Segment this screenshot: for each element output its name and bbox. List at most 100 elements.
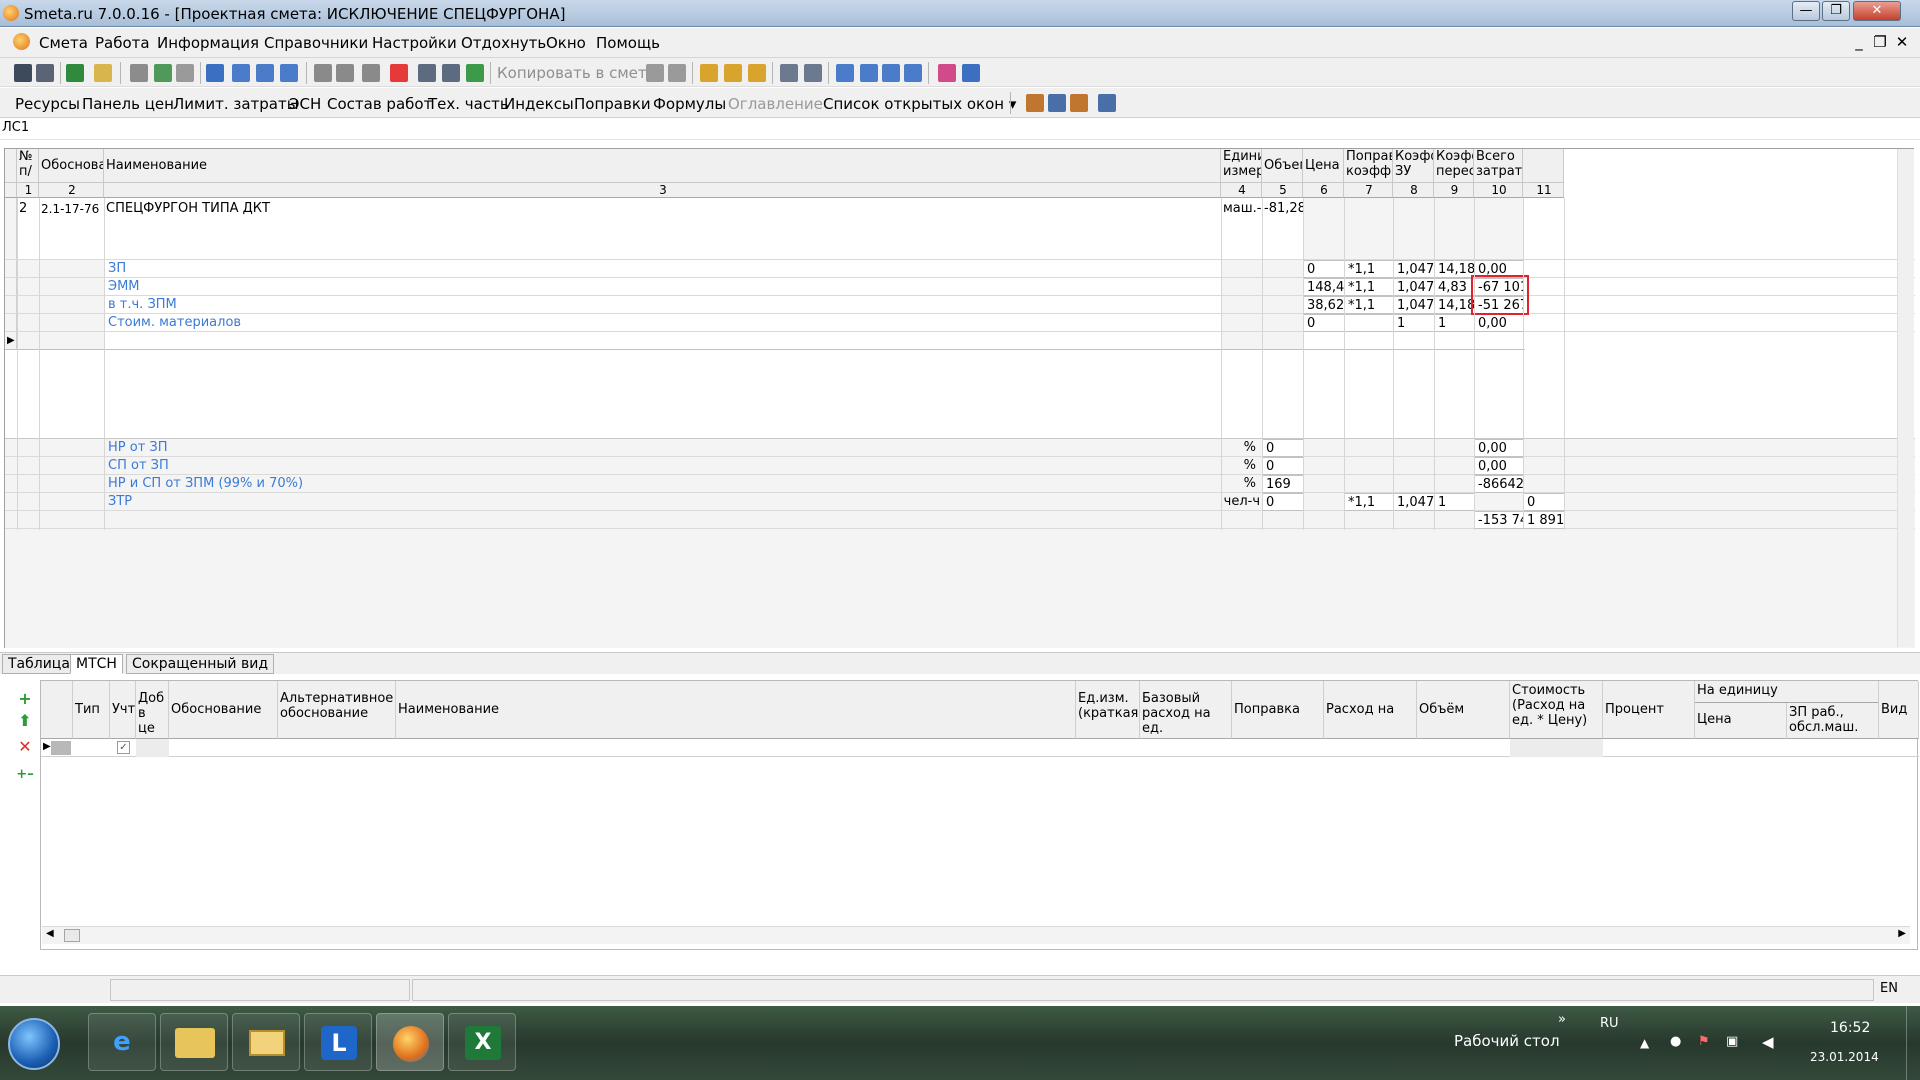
subrow-price[interactable]: 0 xyxy=(1303,314,1345,332)
tool3-icon[interactable] xyxy=(1070,94,1088,112)
menu-spravochniki[interactable]: Справочники xyxy=(264,34,368,52)
resources-button[interactable]: Ресурсы xyxy=(15,95,80,113)
doc-icon[interactable] xyxy=(13,33,30,50)
action-center-icon[interactable]: ⚑ xyxy=(1698,1034,1710,1049)
add-icon[interactable]: + xyxy=(16,690,34,708)
footer-total[interactable]: 0,00 xyxy=(1474,457,1524,475)
minimize-button[interactable]: — xyxy=(1792,1,1820,21)
horizontal-scrollbar[interactable]: ◀ ▶ xyxy=(42,926,1910,944)
help-book-icon[interactable] xyxy=(962,64,980,82)
excel-icon[interactable]: X xyxy=(448,1013,516,1071)
level-icon[interactable] xyxy=(280,64,298,82)
open-windows-dropdown[interactable]: Список открытых окон ▾ xyxy=(823,95,1016,113)
list-icon[interactable] xyxy=(836,64,854,82)
subrow-emm[interactable]: ЭММ xyxy=(106,279,406,295)
subrow-krecalc[interactable]: 4,83 xyxy=(1434,278,1475,296)
lync-icon[interactable]: L xyxy=(304,1013,372,1071)
ie-icon[interactable]: e xyxy=(88,1013,156,1071)
copy-to-estimate-button[interactable]: Копировать в смету xyxy=(497,64,655,82)
tab-mtsn[interactable]: МТСН xyxy=(70,654,123,674)
tab-short-view[interactable]: Сокращенный вид xyxy=(126,654,275,674)
list3-icon[interactable] xyxy=(882,64,900,82)
copy-icon[interactable] xyxy=(418,64,436,82)
subrow-kzu[interactable]: 1,047 xyxy=(1393,278,1435,296)
subrow-krecalc[interactable]: 1 xyxy=(1434,314,1475,332)
menu-nastroyki[interactable]: Настройки xyxy=(372,34,457,52)
menu-pomosch[interactable]: Помощь xyxy=(596,34,660,52)
explorer-icon[interactable] xyxy=(160,1013,228,1071)
footer-total[interactable]: -86642,1 xyxy=(1474,475,1524,493)
subrow-kzu[interactable]: 1,047 xyxy=(1393,260,1435,278)
clock-time[interactable]: 16:52 xyxy=(1830,1020,1870,1036)
subrow-kzu[interactable]: 1 xyxy=(1393,314,1435,332)
footer-volume[interactable]: 169 xyxy=(1262,475,1304,493)
subrow-corr[interactable]: *1,1 xyxy=(1344,296,1394,314)
contents-button[interactable]: Оглавление xyxy=(728,95,823,113)
subrow-kzu[interactable]: 1,047 xyxy=(1393,296,1435,314)
tech-part-button[interactable]: Тех. часть xyxy=(428,95,509,113)
add-sub-icon[interactable]: +– xyxy=(16,766,34,784)
clock-date[interactable]: 23.01.2014 xyxy=(1810,1050,1879,1064)
tab-table[interactable]: Таблица xyxy=(2,654,76,674)
toolbar-expand-icon[interactable]: » xyxy=(1558,1012,1566,1027)
sheet-name[interactable]: ЛС1 xyxy=(2,120,29,135)
subrow-materials[interactable]: Стоим. материалов xyxy=(106,315,406,331)
row-num[interactable]: 2 xyxy=(17,200,39,218)
list4-icon[interactable] xyxy=(904,64,922,82)
maximize-button[interactable]: ❐ xyxy=(1822,1,1850,21)
row-code[interactable]: 2.1-17-76 xyxy=(39,200,104,218)
row-volume[interactable]: -81,285 xyxy=(1262,200,1303,218)
subrow-price[interactable]: 38,62 xyxy=(1303,296,1345,314)
menu-okno[interactable]: Окно xyxy=(546,34,586,52)
subrow-corr[interactable]: *1,1 xyxy=(1344,260,1394,278)
formulas-button[interactable]: Формулы xyxy=(653,95,726,113)
add-resource-icon[interactable] xyxy=(466,64,484,82)
scroll-thumb[interactable] xyxy=(64,929,80,942)
mdi-minimize-button[interactable]: _ xyxy=(1850,33,1868,51)
mdi-restore-button[interactable]: ❐ xyxy=(1871,33,1889,51)
list2-icon[interactable] xyxy=(860,64,878,82)
copy-settings-icon[interactable] xyxy=(646,64,664,82)
subrow-corr[interactable] xyxy=(1344,314,1394,332)
footer-volume[interactable]: 0 xyxy=(1262,457,1304,475)
delete-row-icon[interactable]: ✕ xyxy=(16,738,34,756)
move-down-icon[interactable] xyxy=(336,64,354,82)
subrow-price[interactable]: 0 xyxy=(1303,260,1345,278)
outdent-icon[interactable] xyxy=(256,64,274,82)
report2-icon[interactable] xyxy=(804,64,822,82)
desktop-toolbar[interactable]: Рабочий стол xyxy=(1454,1032,1560,1050)
calc2-icon[interactable] xyxy=(724,64,742,82)
footer-corr[interactable]: *1,1 xyxy=(1344,493,1394,511)
open-doc-icon[interactable] xyxy=(36,64,54,82)
mail-icon[interactable] xyxy=(232,1013,300,1071)
footer-col11[interactable]: 0 xyxy=(1523,493,1565,511)
subrow-total[interactable]: 0,00 xyxy=(1474,314,1524,332)
tool2-icon[interactable] xyxy=(1048,94,1066,112)
paste-settings-icon[interactable] xyxy=(668,64,686,82)
scroll-right-icon[interactable]: ▶ xyxy=(1898,928,1906,939)
footer-ztr[interactable]: ЗТР xyxy=(106,494,506,510)
indexes-button[interactable]: Индексы xyxy=(504,95,574,113)
subrow-zp[interactable]: ЗП xyxy=(106,261,406,277)
mdi-close-button[interactable]: ✕ xyxy=(1893,33,1911,51)
calc-icon[interactable] xyxy=(700,64,718,82)
grand-total-col11[interactable]: 1 891,4 xyxy=(1523,511,1565,529)
menu-informaciya[interactable]: Информация xyxy=(157,34,259,52)
footer-volume[interactable]: 0 xyxy=(1262,439,1304,457)
subrow-krecalc[interactable]: 14,18 xyxy=(1434,296,1475,314)
refresh-icon[interactable] xyxy=(154,64,172,82)
tool1-icon[interactable] xyxy=(1026,94,1044,112)
network-icon[interactable]: ▣ xyxy=(1726,1034,1738,1049)
smeta-app-icon[interactable] xyxy=(376,1013,444,1071)
tray-expand-icon[interactable]: ▲ xyxy=(1640,1036,1649,1050)
uch-checkbox[interactable]: ✓ xyxy=(117,741,130,754)
vertical-scrollbar[interactable] xyxy=(1897,149,1914,647)
volume-icon[interactable]: ◀ xyxy=(1762,1033,1774,1051)
footer-sp-zp[interactable]: СП от ЗП xyxy=(106,458,506,474)
undo-icon[interactable] xyxy=(176,64,194,82)
footer-kzu[interactable]: 1,047 xyxy=(1393,493,1435,511)
row-name[interactable]: СПЕЦФУРГОН ТИПА ДКТ xyxy=(104,200,1221,218)
save-icon[interactable] xyxy=(130,64,148,82)
footer-volume[interactable]: 0 xyxy=(1262,493,1304,511)
limit-costs-button[interactable]: Лимит. затраты xyxy=(173,95,299,113)
